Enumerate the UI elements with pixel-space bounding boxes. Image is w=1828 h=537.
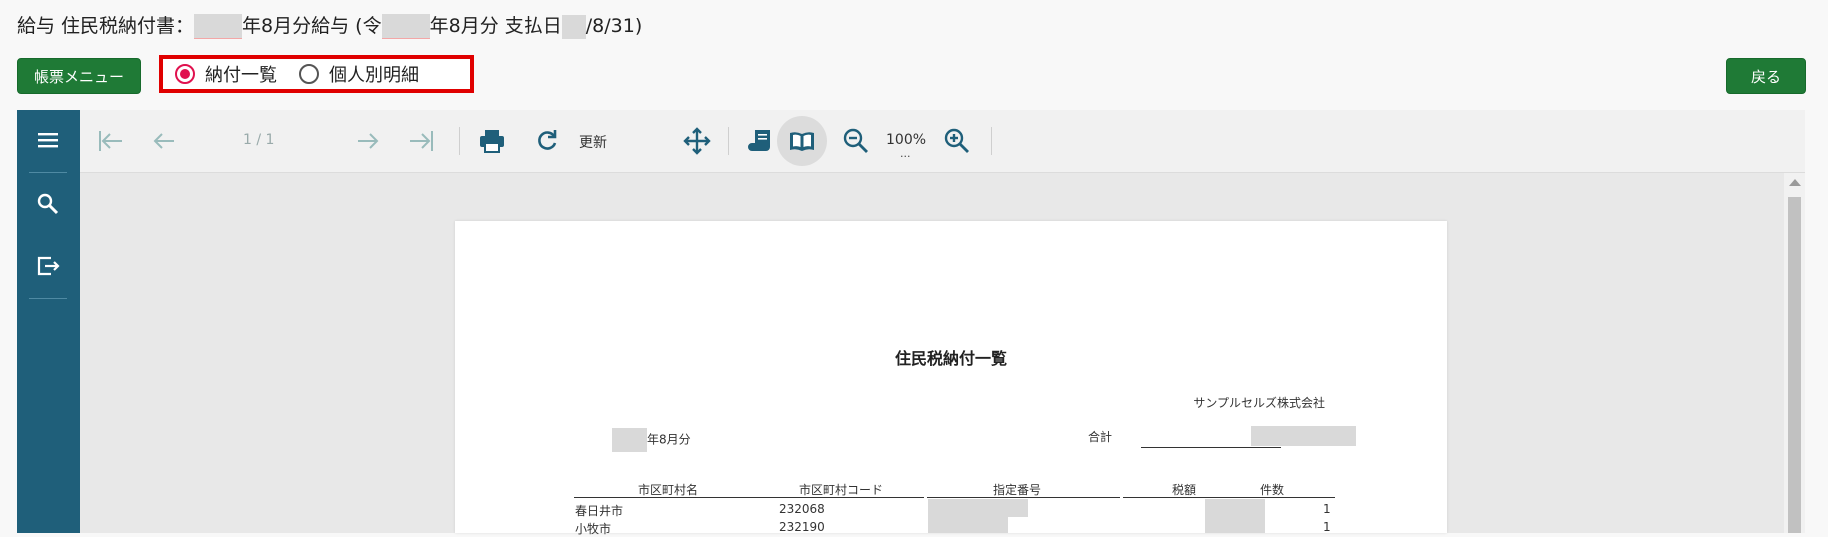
exit-icon[interactable] bbox=[33, 251, 63, 281]
cell-count: 1 bbox=[1323, 502, 1331, 516]
column-header-code: 市区町村コード bbox=[799, 483, 884, 497]
hamburger-menu-icon[interactable] bbox=[33, 125, 63, 155]
move-icon[interactable] bbox=[681, 125, 713, 157]
redacted-year-2 bbox=[381, 14, 430, 39]
header-underline bbox=[574, 497, 924, 498]
cell-code: 232068 bbox=[779, 502, 825, 516]
cell-code: 232190 bbox=[779, 520, 825, 534]
total-underline bbox=[1141, 447, 1281, 448]
radio-payment-list[interactable]: 納付一覧 bbox=[175, 61, 277, 87]
rail-divider bbox=[29, 298, 67, 299]
page-indicator: 1 / 1 bbox=[243, 132, 275, 148]
radio-payment-list-label: 納付一覧 bbox=[205, 65, 277, 86]
view-option-group: 納付一覧 個人別明細 bbox=[159, 55, 474, 93]
viewer-side-rail bbox=[17, 110, 80, 533]
rail-divider bbox=[29, 172, 67, 173]
zoom-in-icon[interactable] bbox=[941, 125, 973, 157]
toolbar-divider bbox=[991, 127, 992, 155]
redacted-designation bbox=[928, 499, 1028, 517]
month-label-text: 年8月分 bbox=[647, 432, 691, 447]
redacted-tax bbox=[1205, 517, 1265, 533]
header-underline bbox=[1123, 497, 1335, 498]
cell-municipality: 春日井市 bbox=[575, 504, 624, 518]
redacted-year bbox=[612, 428, 647, 452]
report-viewer: 1 / 1 更新 100% ... 住民税納付一覧 サンプルセルズ株式会社 年8… bbox=[17, 110, 1805, 536]
zoom-level[interactable]: 100% bbox=[886, 132, 926, 148]
redacted-tax bbox=[1205, 499, 1265, 517]
title-mid: 年8月分給与 ( bbox=[242, 15, 363, 37]
cell-count: 1 bbox=[1323, 520, 1331, 534]
column-header-municipality: 市区町村名 bbox=[638, 483, 699, 497]
zoom-options-dots[interactable]: ... bbox=[900, 147, 911, 160]
redacted-year-3 bbox=[561, 14, 586, 39]
vertical-scrollbar[interactable] bbox=[1784, 173, 1805, 533]
cell-municipality: 小牧市 bbox=[575, 522, 612, 536]
prev-page-icon[interactable] bbox=[148, 125, 180, 157]
title-mid2: 年8月分 支払日 bbox=[429, 15, 562, 37]
page-title: 給与 住民税納付書： 年8月分給与 (令 年8月分 支払日/8/31) bbox=[17, 13, 642, 39]
column-header-designation: 指定番号 bbox=[993, 483, 1042, 497]
company-name: サンプルセルズ株式会社 bbox=[1193, 396, 1325, 410]
search-icon[interactable] bbox=[33, 189, 63, 219]
total-label: 合計 bbox=[1088, 430, 1113, 444]
radio-selected-icon[interactable] bbox=[175, 64, 195, 84]
column-header-count: 件数 bbox=[1260, 483, 1285, 497]
book-view-icon[interactable] bbox=[786, 125, 818, 157]
toolbar-divider bbox=[728, 127, 729, 155]
column-header-tax: 税額 bbox=[1172, 483, 1197, 497]
toolbar-divider bbox=[459, 127, 460, 155]
redacted-year bbox=[194, 14, 243, 39]
redacted-total bbox=[1251, 426, 1356, 446]
report-title: 住民税納付一覧 bbox=[894, 349, 1007, 368]
back-button[interactable]: 戻る bbox=[1726, 58, 1806, 94]
next-page-icon[interactable] bbox=[352, 125, 384, 157]
header-underline bbox=[927, 497, 1120, 498]
refresh-label[interactable]: 更新 bbox=[579, 132, 607, 152]
month-label: 年8月分 bbox=[612, 428, 691, 452]
redacted-designation bbox=[928, 517, 1008, 533]
radio-unselected-icon[interactable] bbox=[299, 64, 319, 84]
refresh-icon[interactable] bbox=[531, 125, 563, 157]
scroll-up-arrow-icon[interactable] bbox=[1789, 179, 1801, 186]
print-icon[interactable] bbox=[476, 125, 508, 157]
scrollbar-thumb[interactable] bbox=[1788, 197, 1801, 533]
last-page-icon[interactable] bbox=[406, 125, 438, 157]
title-suffix: /8/31) bbox=[585, 15, 643, 37]
first-page-icon[interactable] bbox=[94, 125, 126, 157]
zoom-out-icon[interactable] bbox=[840, 125, 872, 157]
radio-individual-detail[interactable]: 個人別明細 bbox=[299, 61, 419, 87]
report-page: 住民税納付一覧 サンプルセルズ株式会社 年8月分 合計 市区町村名 市区町村コー… bbox=[455, 221, 1447, 536]
report-menu-button[interactable]: 帳票メニュー bbox=[17, 58, 141, 94]
radio-individual-detail-label: 個人別明細 bbox=[329, 65, 419, 86]
report-canvas: 住民税納付一覧 サンプルセルズ株式会社 年8月分 合計 市区町村名 市区町村コー… bbox=[80, 173, 1784, 536]
title-era-glyph: 令 bbox=[362, 15, 382, 37]
viewer-toolbar: 1 / 1 更新 100% ... bbox=[80, 110, 1805, 173]
title-prefix: 給与 住民税納付書： bbox=[17, 15, 195, 37]
scroll-view-icon[interactable] bbox=[745, 125, 777, 157]
